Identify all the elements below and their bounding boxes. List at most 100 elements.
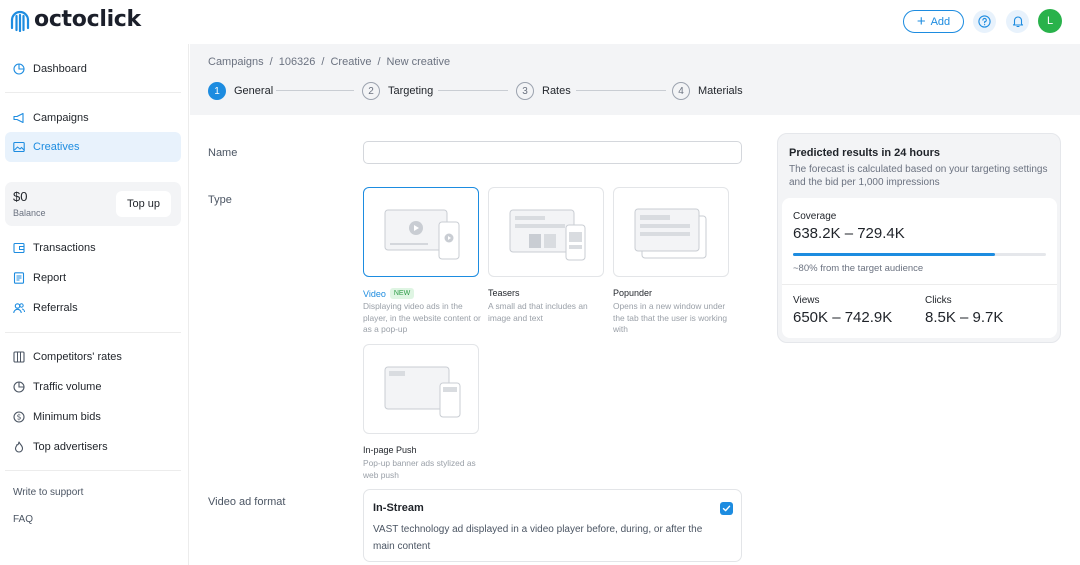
svg-text:$: $: [17, 413, 22, 422]
step-materials[interactable]: 4 Materials: [672, 82, 743, 100]
page-header: Campaigns / 106326 / Creative / New crea…: [190, 44, 1080, 115]
sidebar: Dashboard Campaigns Creatives $0 Balance…: [0, 44, 189, 565]
add-button-label: Add: [930, 15, 951, 28]
type-desc-in-page-push: Pop-up banner ads stylized as web push: [363, 458, 476, 480]
breadcrumb-campaigns[interactable]: Campaigns: [208, 56, 264, 68]
avatar[interactable]: L: [1038, 9, 1062, 33]
step-rates[interactable]: 3 Rates: [516, 82, 571, 100]
in-stream-option[interactable]: In-Stream VAST technology ad displayed i…: [363, 489, 742, 562]
clicks-value: 8.5K – 9.7K: [925, 309, 1004, 326]
write-to-support-link[interactable]: Write to support: [13, 487, 83, 498]
step-targeting[interactable]: 2 Targeting: [362, 82, 433, 100]
coverage-value: 638.2K – 729.4K: [793, 225, 905, 242]
video-ad-format-label: Video ad format: [208, 496, 286, 508]
logo[interactable]: octoclick: [9, 6, 141, 32]
step-number: 1: [208, 82, 226, 100]
type-title-in-page-push: In-page Push: [363, 445, 417, 455]
divider: [5, 332, 181, 333]
type-label: Type: [208, 194, 232, 206]
in-stream-title: In-Stream: [373, 502, 424, 514]
faq-link[interactable]: FAQ: [13, 514, 33, 525]
type-card-teasers[interactable]: [488, 187, 604, 277]
sidebar-item-top-advertisers[interactable]: Top advertisers: [5, 432, 181, 462]
notifications-button[interactable]: [1006, 10, 1029, 33]
sidebar-item-creatives[interactable]: Creatives: [5, 132, 181, 162]
type-title-text: In-page Push: [363, 445, 417, 455]
step-number: 3: [516, 82, 534, 100]
sidebar-item-competitors-rates[interactable]: Competitors' rates: [5, 342, 181, 372]
forecast-description: The forecast is calculated based on your…: [789, 164, 1048, 188]
flame-icon: [13, 441, 25, 453]
breadcrumb-creative[interactable]: Creative: [330, 56, 371, 68]
views-label: Views: [793, 295, 820, 306]
add-button[interactable]: + Add: [903, 10, 964, 33]
popunder-illustration-icon: [634, 208, 707, 259]
sidebar-item-label: Campaigns: [33, 112, 89, 124]
sidebar-item-label: Traffic volume: [33, 381, 102, 393]
step-number: 4: [672, 82, 690, 100]
sidebar-item-label: Report: [33, 272, 67, 284]
top-bar: octoclick + Add L: [0, 0, 1080, 44]
octopus-logo-icon: [10, 10, 30, 32]
sidebar-item-dashboard[interactable]: Dashboard: [5, 54, 181, 84]
dollar-icon: $: [13, 411, 25, 423]
sidebar-item-traffic-volume[interactable]: Traffic volume: [5, 372, 181, 402]
in-page-push-illustration-icon: [384, 366, 461, 418]
sidebar-item-campaigns[interactable]: Campaigns: [5, 103, 181, 133]
type-title-teasers: Teasers: [488, 288, 520, 298]
video-illustration-icon: [384, 209, 460, 260]
coverage-label: Coverage: [793, 211, 837, 222]
image-icon: [13, 141, 25, 153]
step-label: Targeting: [388, 85, 434, 97]
type-card-popunder[interactable]: [613, 187, 729, 277]
dashboard-icon: [13, 63, 25, 75]
clicks-label: Clicks: [925, 295, 952, 306]
sidebar-item-label: Dashboard: [33, 63, 87, 75]
step-general[interactable]: 1 General: [208, 82, 273, 100]
step-number: 2: [362, 82, 380, 100]
step-label: Rates: [542, 85, 571, 97]
step-connector: [576, 90, 666, 91]
type-card-video[interactable]: [363, 187, 479, 277]
help-button[interactable]: [973, 10, 996, 33]
sidebar-item-referrals[interactable]: Referrals: [5, 293, 181, 323]
top-up-button[interactable]: Top up: [116, 191, 171, 217]
coverage-note: ~80% from the target audience: [793, 263, 924, 274]
balance-label: Balance: [13, 208, 46, 218]
teasers-illustration-icon: [509, 209, 586, 261]
type-title-popunder: Popunder: [613, 288, 652, 298]
megaphone-icon: [13, 112, 25, 124]
type-desc-teasers: A small ad that includes an image and te…: [488, 301, 588, 323]
sidebar-item-label: Referrals: [33, 302, 78, 314]
bell-icon: [1012, 16, 1023, 28]
type-desc-popunder: Opens in a new window under the tab that…: [613, 301, 728, 334]
type-title-text: Video: [363, 288, 386, 299]
sidebar-item-minimum-bids[interactable]: $ Minimum bids: [5, 402, 181, 432]
breadcrumb-separator: /: [377, 56, 381, 68]
step-label: General: [234, 85, 274, 97]
new-badge: NEW: [389, 288, 415, 299]
table-icon: [13, 351, 25, 363]
type-card-in-page-push[interactable]: [363, 344, 479, 434]
step-connector: [276, 90, 354, 91]
in-stream-checkbox[interactable]: [720, 502, 733, 515]
forecast-metrics: Coverage 638.2K – 729.4K ~80% from the t…: [782, 198, 1057, 338]
plus-icon: +: [916, 12, 926, 30]
sidebar-item-transactions[interactable]: Transactions: [5, 233, 181, 263]
step-connector: [438, 90, 508, 91]
pie-chart-icon: [13, 381, 25, 393]
type-desc-video: Displaying video ads in the player, in t…: [363, 301, 481, 334]
breadcrumb-current: New creative: [386, 56, 451, 68]
logo-text: octoclick: [34, 6, 141, 32]
name-input[interactable]: [363, 141, 742, 164]
divider: [782, 284, 1057, 285]
sidebar-item-label: Minimum bids: [33, 411, 101, 423]
type-title-text: Teasers: [488, 288, 520, 298]
breadcrumb-campaign-id[interactable]: 106326: [279, 56, 316, 68]
sidebar-item-label: Competitors' rates: [33, 351, 122, 363]
forecast-title: Predicted results in 24 hours: [789, 147, 940, 159]
forecast-panel: Predicted results in 24 hours The foreca…: [777, 133, 1061, 343]
in-stream-description: VAST technology ad displayed in a video …: [373, 524, 703, 552]
sidebar-item-report[interactable]: Report: [5, 263, 181, 293]
report-icon: [13, 272, 25, 284]
